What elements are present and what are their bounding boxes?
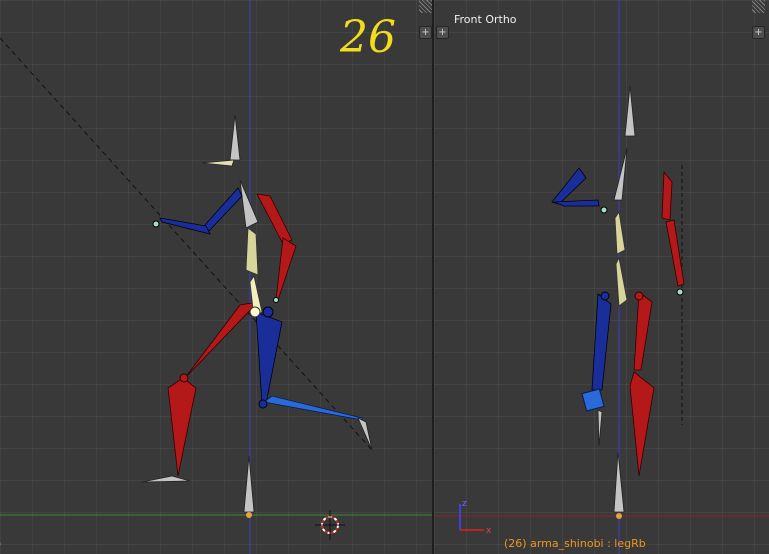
bone-chest[interactable] — [614, 210, 626, 255]
armature-scene-left[interactable] — [0, 0, 432, 554]
view-label: Front Ortho — [454, 13, 517, 26]
joint-active — [249, 306, 261, 318]
joint — [258, 399, 268, 409]
bone-jaw[interactable] — [201, 159, 235, 167]
origin-dot — [616, 513, 622, 519]
object-info-text: (26) arma_shinobi : legRb — [504, 537, 646, 550]
viewport-left[interactable]: 26 + b — [0, 0, 432, 554]
viewport-split-handle[interactable] — [419, 0, 432, 13]
bone-upperarm-blue[interactable] — [551, 167, 587, 205]
object-info-text-cut: b — [0, 537, 1, 550]
origin-dot — [246, 512, 252, 518]
bone-upperarm-red[interactable] — [661, 170, 673, 221]
bone-thigh-blue[interactable] — [255, 311, 283, 405]
bone-upperarm-blue[interactable] — [203, 187, 243, 233]
ik-target — [676, 288, 684, 296]
bone-shin-red[interactable] — [167, 377, 197, 477]
add-icon[interactable]: + — [419, 26, 432, 39]
bone-thigh-red[interactable] — [633, 291, 653, 371]
svg-text:x: x — [486, 526, 492, 536]
bone-forearm-red[interactable] — [665, 219, 685, 287]
bone-shin-blue-selected[interactable] — [263, 395, 363, 421]
joint — [600, 291, 610, 301]
svg-text:z: z — [462, 499, 467, 509]
bone-spine[interactable] — [615, 256, 628, 307]
joint — [634, 291, 644, 301]
bone-root[interactable] — [613, 451, 625, 513]
bone-root[interactable] — [243, 455, 255, 513]
bone-foot-blue[interactable] — [597, 409, 603, 447]
axis-gizmo-icon: z x — [459, 499, 492, 536]
ik-target — [152, 220, 160, 228]
viewport-split-handle[interactable] — [752, 0, 765, 13]
bone-chest[interactable] — [245, 227, 259, 276]
bone-head[interactable] — [229, 114, 241, 161]
frame-number: 26 — [340, 12, 396, 63]
bone-forearm-red[interactable] — [275, 237, 297, 301]
viewport-front-ortho[interactable]: z x + + Front Ortho (26) arma_shinobi : … — [434, 0, 769, 554]
add-icon[interactable]: + — [752, 26, 765, 39]
joint — [262, 306, 274, 318]
ik-target — [600, 206, 608, 214]
bone-forearm-blue[interactable] — [159, 217, 211, 235]
bone-thigh-blue[interactable] — [591, 293, 612, 391]
add-icon[interactable]: + — [436, 26, 449, 39]
armature-scene-right[interactable]: z x — [434, 0, 769, 554]
bone-upperarm-red[interactable] — [256, 193, 293, 245]
blender-editor: 26 + b — [0, 0, 769, 554]
bone-neck[interactable] — [239, 179, 259, 229]
bone-shin-blue-selected[interactable] — [581, 388, 605, 412]
bone-shin-red[interactable] — [629, 371, 655, 477]
bone-neck[interactable] — [613, 147, 628, 201]
bone-foot-blue[interactable] — [357, 417, 373, 451]
bone-foot-red[interactable] — [141, 475, 191, 483]
joint — [179, 373, 189, 383]
ik-target — [273, 297, 279, 303]
bone-thigh-red[interactable] — [184, 301, 260, 379]
bone-head[interactable] — [624, 85, 636, 137]
